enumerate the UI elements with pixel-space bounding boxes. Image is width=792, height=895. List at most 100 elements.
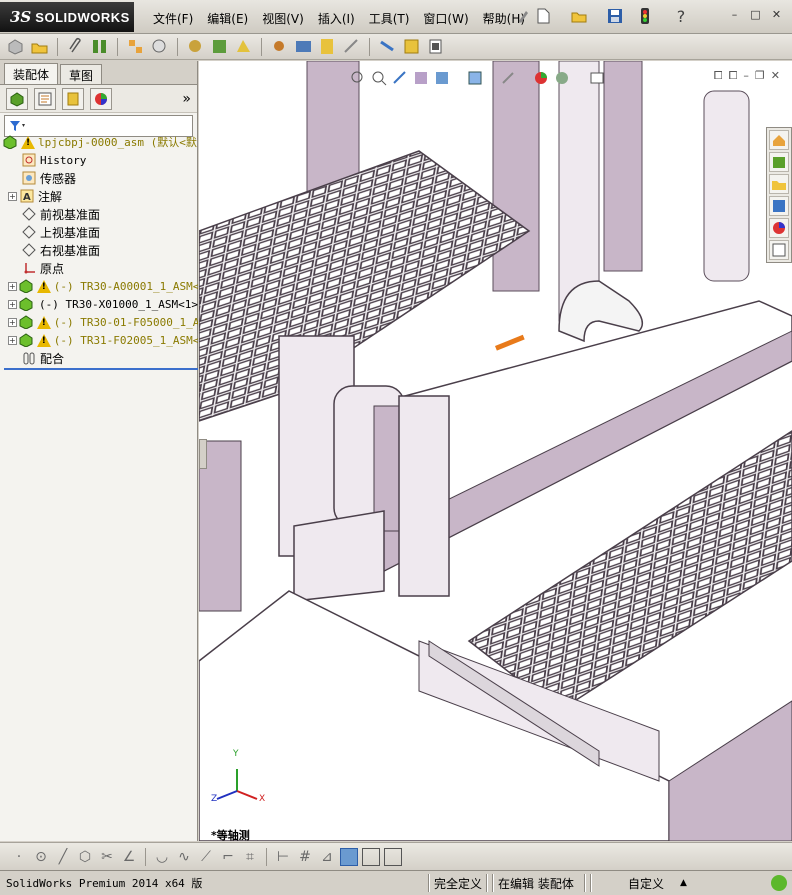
four-view-icon[interactable] bbox=[384, 847, 402, 866]
polygon-icon[interactable]: ⬡ bbox=[76, 848, 94, 866]
viewport-minimize-icon[interactable]: – bbox=[743, 69, 749, 83]
centerline-icon[interactable]: ⟋ bbox=[197, 848, 215, 866]
new-motion-study-icon[interactable] bbox=[294, 37, 313, 56]
view-settings-icon[interactable] bbox=[588, 69, 606, 87]
edit-appearance-icon[interactable] bbox=[532, 69, 550, 87]
circle-icon[interactable]: ⊙ bbox=[32, 848, 50, 866]
assembly-component-icon[interactable] bbox=[6, 37, 25, 56]
new-document-icon[interactable] bbox=[534, 7, 552, 25]
tree-item-subassembly-1[interactable]: + (-) TR30-A00001_1_ASM<1 bbox=[0, 277, 198, 295]
tile-horizontal-icon[interactable]: ⧠ bbox=[714, 69, 723, 83]
zoom-to-fit-icon[interactable] bbox=[349, 69, 367, 87]
tree-item-sensors[interactable]: 传感器 bbox=[0, 169, 198, 187]
corner-icon[interactable]: ⌐ bbox=[219, 848, 237, 866]
line-icon[interactable]: ╱ bbox=[54, 848, 72, 866]
tree-item-right-plane[interactable]: 右视基准面 bbox=[0, 241, 198, 259]
tree-item-subassembly-3[interactable]: + (-) TR30-01-F05000_1_AS bbox=[0, 313, 198, 331]
dimension-icon[interactable]: ⊢ bbox=[274, 848, 292, 866]
apply-scene-icon[interactable] bbox=[553, 69, 571, 87]
tree-item-subassembly-2[interactable]: + (-) TR30-X01000_1_ASM<1> bbox=[0, 295, 198, 313]
smart-fasteners-icon[interactable] bbox=[150, 37, 169, 56]
display-style-icon[interactable] bbox=[466, 69, 484, 87]
viewport-restore-icon[interactable]: ❐ bbox=[755, 69, 765, 83]
viewport-close-icon[interactable]: ✕ bbox=[771, 69, 780, 83]
assembly-features-icon[interactable] bbox=[234, 37, 253, 56]
linear-pattern-icon[interactable] bbox=[126, 37, 145, 56]
arc-icon[interactable]: ◡ bbox=[153, 848, 171, 866]
open-folder-icon[interactable] bbox=[570, 7, 588, 25]
menu-window[interactable]: 窗口(W) bbox=[416, 8, 475, 29]
configuration-manager-icon[interactable] bbox=[62, 87, 84, 110]
tree-item-top-plane[interactable]: 上视基准面 bbox=[0, 223, 198, 241]
hide-show-items-icon[interactable] bbox=[499, 69, 517, 87]
zoom-to-area-icon[interactable] bbox=[370, 69, 388, 87]
solidworks-logo[interactable]: 3S SOLIDWORKS bbox=[0, 2, 134, 32]
menu-tools[interactable]: 工具(T) bbox=[362, 8, 417, 29]
previous-view-icon[interactable] bbox=[391, 69, 409, 87]
unit-system-caret[interactable]: ▲ bbox=[680, 878, 687, 888]
graphics-viewport[interactable]: Y X Z ⧠ ⧠ – ❐ ✕ *等轴测 bbox=[199, 61, 792, 841]
close-button[interactable]: ✕ bbox=[769, 9, 784, 23]
show-hidden-icon[interactable] bbox=[210, 37, 229, 56]
property-manager-icon[interactable] bbox=[34, 87, 56, 110]
rebuild-indicator-icon[interactable] bbox=[770, 874, 788, 895]
explode-line-sketch-icon[interactable] bbox=[378, 37, 397, 56]
tile-vertical-icon[interactable]: ⧠ bbox=[729, 69, 738, 83]
menu-insert[interactable]: 插入(I) bbox=[311, 8, 362, 29]
point-icon[interactable]: · bbox=[10, 848, 28, 866]
tree-item-history[interactable]: History bbox=[0, 151, 198, 169]
restore-button[interactable]: □ bbox=[748, 9, 763, 23]
menu-view[interactable]: 视图(V) bbox=[255, 8, 311, 29]
expand-toggle[interactable]: + bbox=[8, 299, 17, 309]
minimize-button[interactable]: – bbox=[727, 9, 742, 23]
view-orientation-icon[interactable] bbox=[433, 69, 451, 87]
bill-of-materials-icon[interactable] bbox=[318, 37, 337, 56]
tree-item-origin[interactable]: 原点 bbox=[0, 259, 198, 277]
panel-collapse-handle[interactable] bbox=[199, 439, 207, 469]
help-icon[interactable]: ? bbox=[672, 7, 690, 26]
tab-sketch[interactable]: 草图 bbox=[60, 64, 103, 84]
grid-icon[interactable]: # bbox=[296, 848, 314, 866]
pin-icon[interactable] bbox=[516, 7, 530, 25]
display-manager-icon[interactable] bbox=[90, 87, 112, 110]
split-view-icon[interactable] bbox=[362, 847, 380, 866]
expand-toggle[interactable]: + bbox=[8, 317, 17, 327]
menu-edit[interactable]: 编辑(E) bbox=[200, 8, 255, 29]
mate-icon[interactable] bbox=[90, 37, 109, 56]
shaded-view-icon[interactable] bbox=[340, 847, 358, 866]
more-tabs-button[interactable]: » bbox=[182, 91, 191, 107]
menu-file[interactable]: 文件(F) bbox=[146, 8, 200, 29]
angle-icon[interactable]: ∠ bbox=[120, 848, 138, 866]
exploded-view-icon[interactable] bbox=[342, 37, 361, 56]
tree-root-assembly[interactable]: lpjcbpj-0000_asm (默认<默 bbox=[0, 133, 198, 151]
reference-geometry-icon[interactable] bbox=[270, 37, 289, 56]
view-palette-icon[interactable] bbox=[769, 196, 789, 216]
section-view-icon[interactable] bbox=[412, 69, 430, 87]
design-library-icon[interactable] bbox=[769, 152, 789, 172]
spline-icon[interactable]: ∿ bbox=[175, 848, 193, 866]
custom-properties-icon[interactable] bbox=[769, 240, 789, 260]
tree-item-front-plane[interactable]: 前视基准面 bbox=[0, 205, 198, 223]
rebuild-traffic-light-icon[interactable] bbox=[640, 7, 650, 25]
insert-component-icon[interactable] bbox=[30, 37, 49, 56]
feature-manager-tree-icon[interactable] bbox=[6, 87, 28, 110]
paperclip-icon[interactable] bbox=[66, 37, 85, 56]
tab-assembly[interactable]: 装配体 bbox=[4, 63, 59, 84]
solidworks-resources-icon[interactable] bbox=[769, 130, 789, 150]
tree-item-subassembly-4[interactable]: + (-) TR31-F02005_1_ASM<1 bbox=[0, 331, 198, 349]
offset-icon[interactable]: ⌗ bbox=[241, 848, 259, 866]
move-component-icon[interactable] bbox=[186, 37, 205, 56]
unit-system-status[interactable]: 自定义 bbox=[628, 875, 664, 892]
large-assembly-icon[interactable] bbox=[426, 37, 445, 56]
sketch-angle-icon[interactable]: ⊿ bbox=[318, 848, 336, 866]
trim-icon[interactable]: ✂ bbox=[98, 848, 116, 866]
expand-toggle[interactable]: + bbox=[8, 335, 17, 345]
instant3d-icon[interactable] bbox=[402, 37, 421, 56]
tree-item-mates[interactable]: 配合 bbox=[0, 349, 198, 367]
save-icon[interactable] bbox=[606, 7, 624, 25]
appearances-icon[interactable] bbox=[769, 218, 789, 238]
tree-item-annotations[interactable]: + A 注解 bbox=[0, 187, 198, 205]
file-explorer-icon[interactable] bbox=[769, 174, 789, 194]
expand-toggle[interactable]: + bbox=[8, 281, 17, 291]
expand-toggle[interactable]: + bbox=[8, 191, 17, 201]
